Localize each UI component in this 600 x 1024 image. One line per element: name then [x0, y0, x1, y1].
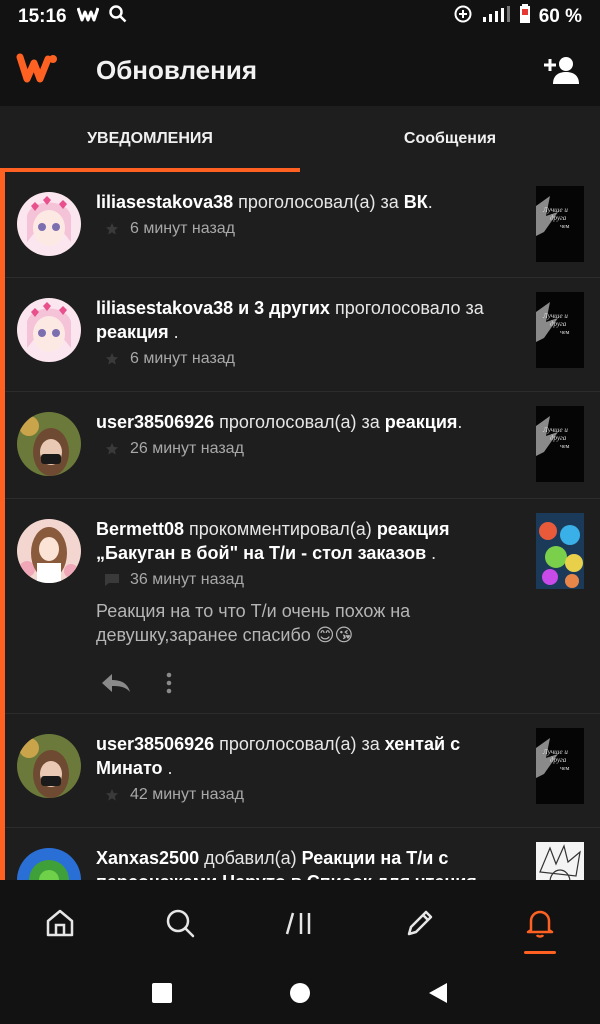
timestamp: 6 минут назад	[130, 220, 236, 237]
more-options-icon[interactable]	[166, 672, 172, 699]
notification-meta: 36 минут назад	[96, 571, 530, 589]
list-item[interactable]: user38506926 проголосовал(а) за реакция.…	[5, 392, 600, 499]
tab-label: Сообщения	[403, 130, 497, 147]
nav-notifications[interactable]	[480, 880, 600, 966]
search-icon	[108, 5, 127, 29]
timestamp: 36 минут назад	[130, 571, 244, 588]
notification-text: user38506926 проголосовал(а) за реакция.	[96, 412, 463, 432]
svg-text:Лучше и: Лучше и	[542, 206, 568, 214]
battery-level: 60 %	[538, 6, 582, 27]
story-link[interactable]: реакция	[385, 412, 458, 432]
user-name[interactable]: liliasestakova38 и 3 других	[96, 298, 330, 318]
list-item[interactable]: Bermett08 прокомментировал(а) реакция „Б…	[5, 499, 600, 714]
nav-write[interactable]	[360, 880, 480, 966]
page-title: Обновления	[96, 54, 258, 85]
svg-text:чем: чем	[560, 224, 570, 230]
back-icon[interactable]	[427, 981, 449, 1010]
nav-library[interactable]	[240, 880, 360, 966]
bell-icon	[526, 910, 554, 938]
story-cover[interactable]: Лучше и друга чем	[536, 186, 584, 262]
nav-home[interactable]	[0, 880, 120, 966]
reply-icon[interactable]	[100, 672, 132, 699]
story-cover[interactable]: Лучше и друга чем	[536, 292, 584, 368]
notification-text: user38506926 проголосовал(а) за хентай с…	[96, 734, 461, 778]
system-nav	[0, 966, 600, 1024]
avatar[interactable]	[17, 848, 81, 880]
list-item[interactable]: user38506926 проголосовал(а) за хентай с…	[5, 714, 600, 828]
user-name[interactable]: Xanxas2500	[96, 848, 199, 868]
avatar[interactable]	[17, 412, 81, 476]
list-item[interactable]: liliasestakova38 и 3 других проголосовал…	[5, 278, 600, 392]
avatar[interactable]	[17, 519, 81, 583]
timestamp: 6 минут назад	[130, 350, 236, 367]
notification-meta: 26 минут назад	[96, 440, 530, 458]
svg-text:Лучше и: Лучше и	[542, 748, 568, 756]
home-icon	[46, 909, 74, 937]
svg-text:Лучше и: Лучше и	[542, 312, 568, 320]
svg-text:друга: друга	[550, 320, 567, 328]
pencil-icon	[407, 910, 433, 936]
avatar[interactable]	[17, 192, 81, 256]
notification-text: Xanxas2500 добавил(а) Реакции на Т/и с п…	[96, 846, 530, 880]
star-icon	[104, 221, 120, 237]
user-name[interactable]: user38506926	[96, 734, 214, 754]
story-cover[interactable]	[536, 513, 584, 589]
app-bar: Обновления	[0, 34, 600, 106]
add-user-icon	[544, 57, 579, 84]
timestamp: 26 минут назад	[130, 440, 244, 457]
svg-text:друга: друга	[550, 434, 567, 442]
avatar[interactable]	[17, 734, 81, 798]
story-cover[interactable]	[536, 842, 584, 880]
user-name[interactable]: liliasestakova38	[96, 192, 233, 212]
notification-meta: 6 минут назад	[96, 220, 530, 238]
status-bar: 15:16 60 %	[0, 0, 600, 34]
notification-meta: 42 минут назад	[96, 786, 530, 804]
notification-text: Bermett08 прокомментировал(а) реакция „Б…	[96, 519, 450, 563]
svg-text:друга: друга	[550, 214, 567, 222]
add-user-button[interactable]	[540, 48, 584, 92]
star-icon	[104, 351, 120, 367]
list-item[interactable]: liliasestakova38 проголосовал(а) за ВК. …	[5, 172, 600, 278]
story-cover[interactable]: Лучше и друга чем	[536, 728, 584, 804]
story-cover[interactable]: Лучше и друга чем	[536, 406, 584, 482]
comment-text: Реакция на то что Т/и очень похож на дев…	[96, 601, 411, 645]
wattpad-icon	[76, 6, 100, 28]
tab-messages[interactable]: Сообщения	[300, 106, 600, 172]
story-link[interactable]: реакция	[96, 322, 169, 342]
svg-text:чем: чем	[560, 444, 570, 450]
notification-meta: 6 минут назад	[96, 350, 530, 368]
comment-icon	[104, 572, 120, 588]
tab-label: УВЕДОМЛЕНИЯ	[87, 130, 213, 147]
star-icon	[104, 787, 120, 803]
notifications-feed[interactable]: liliasestakova38 проголосовал(а) за ВК. …	[0, 172, 600, 880]
bottom-nav	[0, 880, 600, 966]
home-circle-icon[interactable]	[289, 982, 311, 1009]
signal-icon	[481, 5, 511, 29]
notification-text: liliasestakova38 проголосовал(а) за ВК.	[96, 192, 433, 212]
status-time: 15:16	[18, 6, 67, 27]
comment-actions	[96, 665, 530, 705]
svg-text:чем: чем	[560, 766, 570, 772]
wattpad-logo-icon[interactable]	[16, 51, 60, 90]
tab-notifications[interactable]: УВЕДОМЛЕНИЯ	[0, 106, 300, 172]
user-name[interactable]: user38506926	[96, 412, 214, 432]
user-name[interactable]: Bermett08	[96, 519, 184, 539]
svg-text:Лучше и: Лучше и	[542, 426, 568, 434]
list-item[interactable]: Xanxas2500 добавил(а) Реакции на Т/и с п…	[5, 828, 600, 880]
library-icon	[285, 912, 311, 935]
tab-bar: УВЕДОМЛЕНИЯ Сообщения	[0, 106, 600, 172]
story-link[interactable]: ВК	[404, 192, 428, 212]
star-icon	[104, 441, 120, 457]
recents-icon[interactable]	[151, 982, 173, 1009]
svg-text:друга: друга	[550, 756, 567, 764]
nav-search[interactable]	[120, 880, 240, 966]
battery-icon	[519, 4, 531, 30]
timestamp: 42 минут назад	[130, 786, 244, 803]
data-saver-icon	[453, 4, 473, 30]
search-icon	[166, 909, 195, 938]
svg-text:чем: чем	[560, 330, 570, 336]
avatar[interactable]	[17, 298, 81, 362]
notification-text: liliasestakova38 и 3 других проголосовал…	[96, 298, 484, 342]
